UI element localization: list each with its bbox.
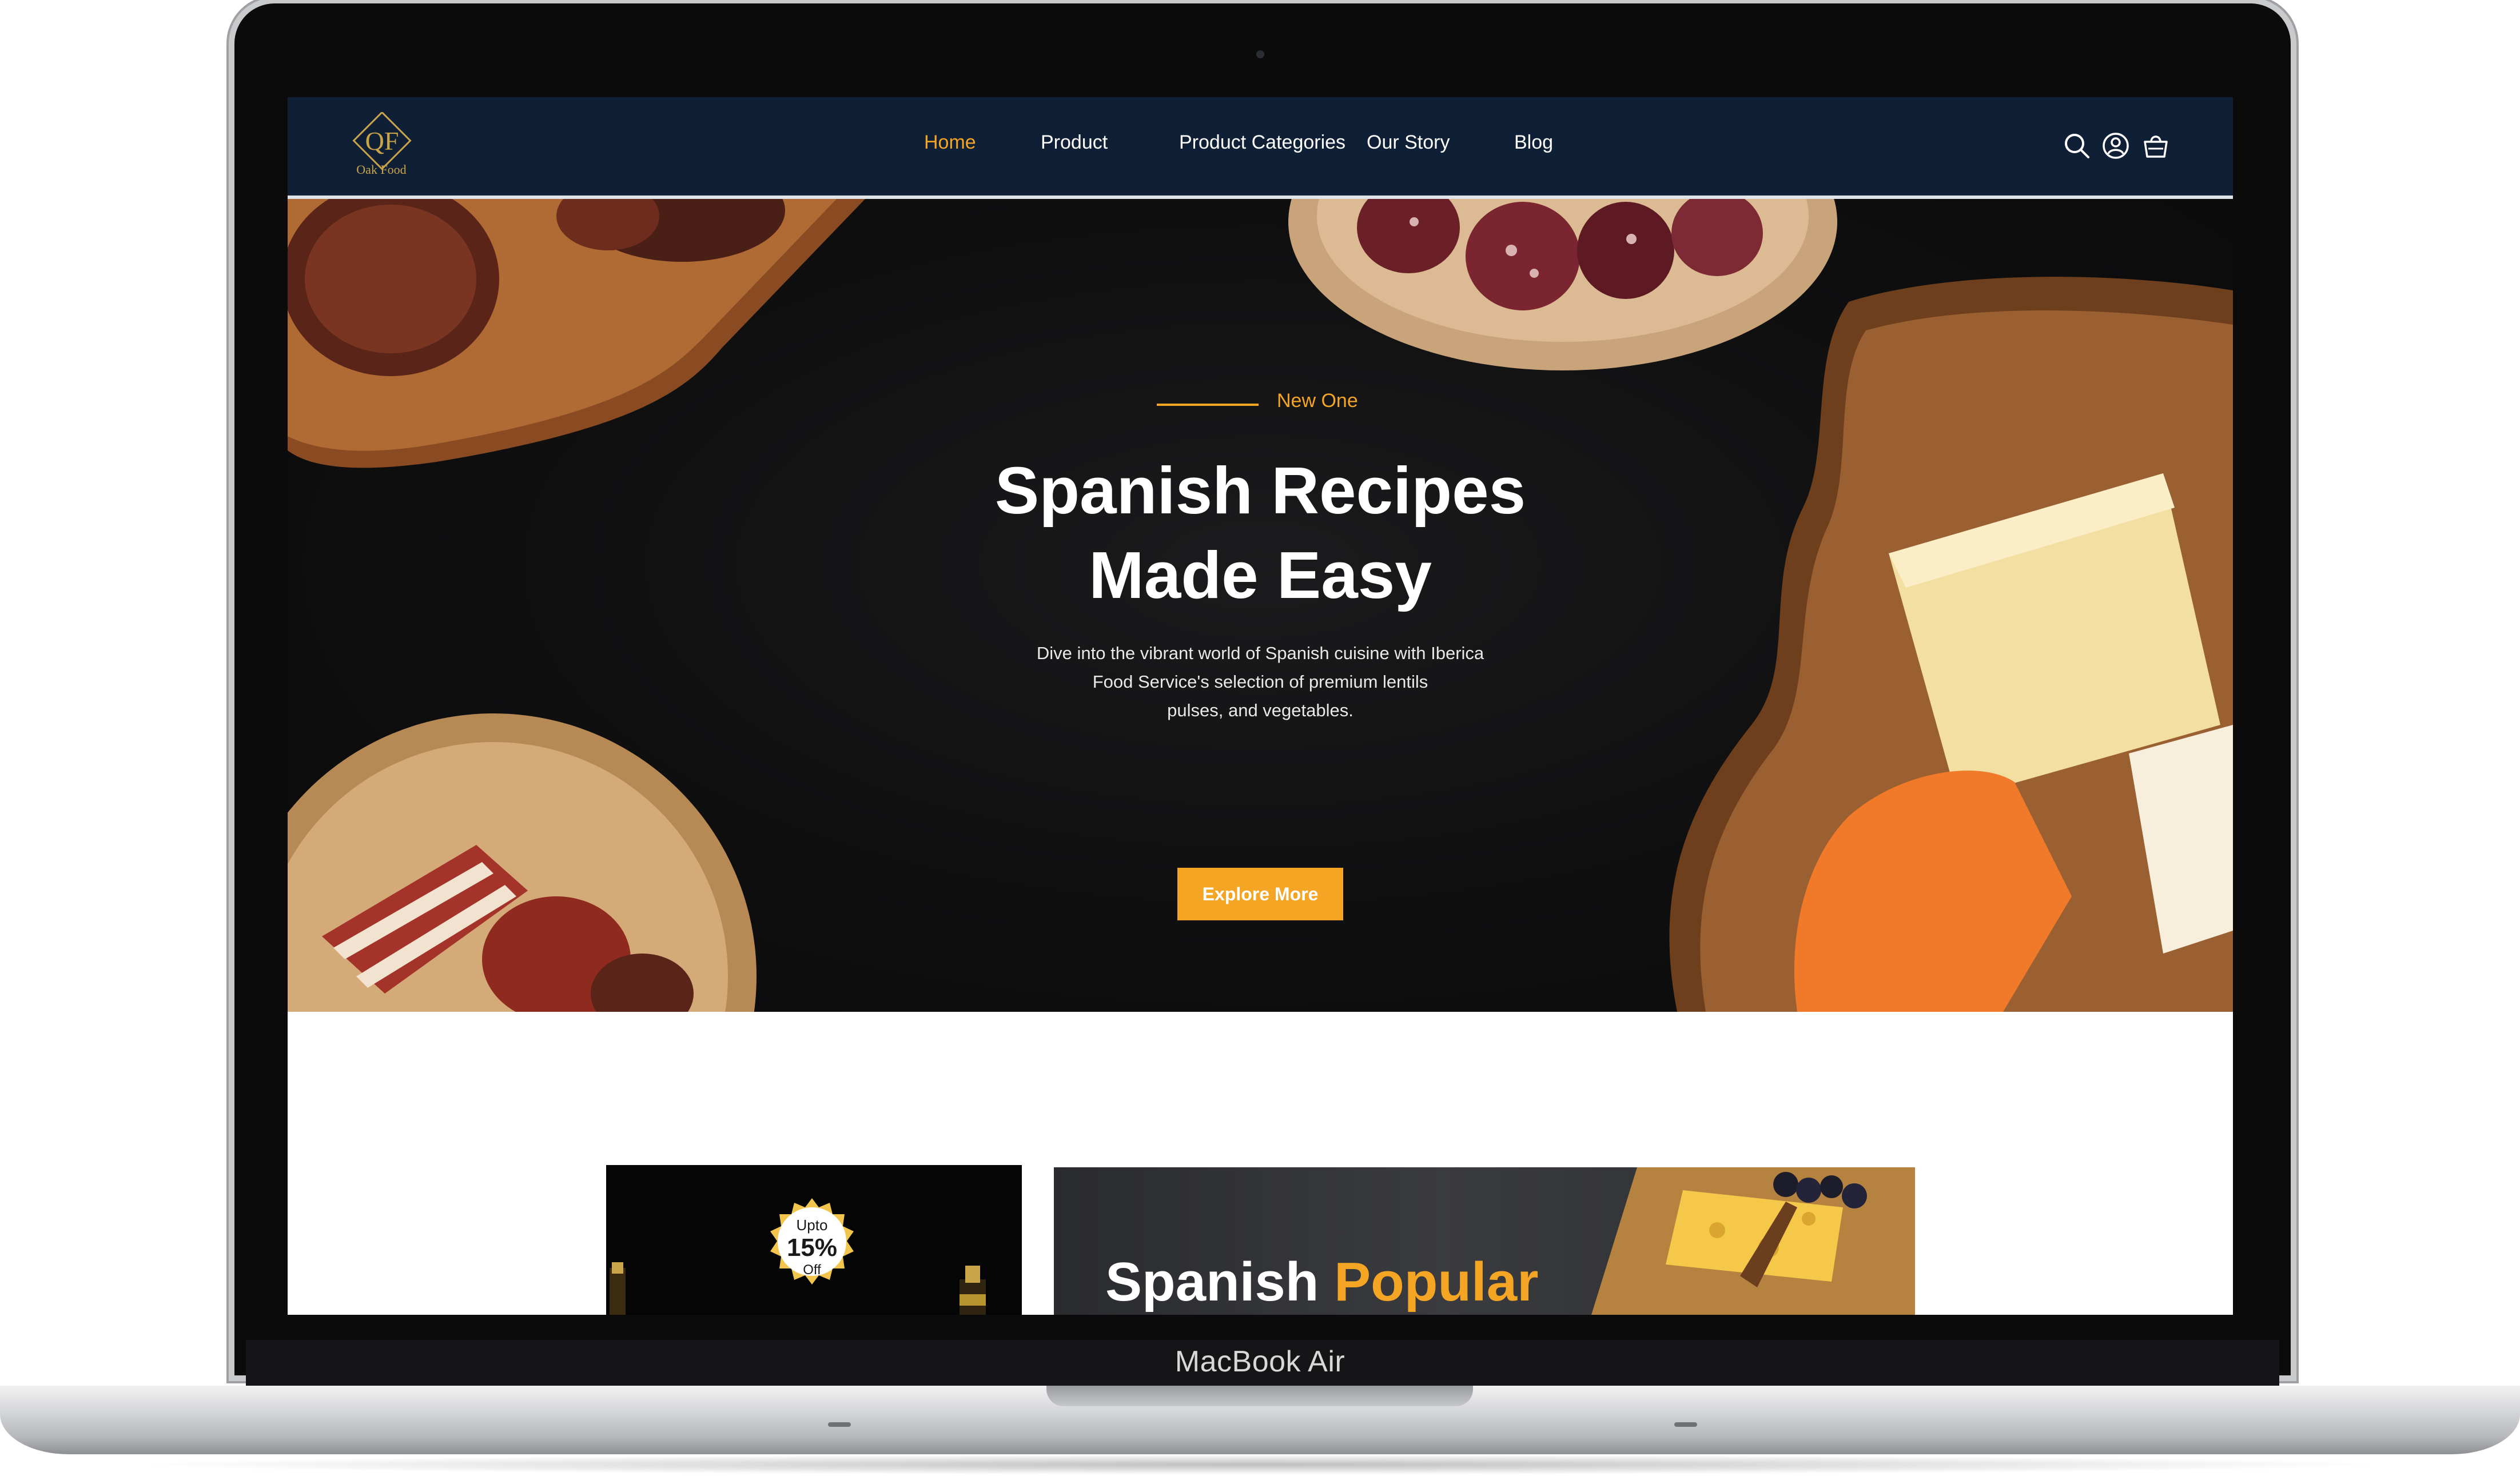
search-icon[interactable] bbox=[2063, 131, 2091, 160]
nav-our-story[interactable]: Our Story bbox=[1367, 131, 1450, 154]
laptop-notch bbox=[1046, 1386, 1473, 1406]
cart-icon[interactable] bbox=[2141, 131, 2170, 160]
promo-title-white: Spanish bbox=[1105, 1251, 1319, 1313]
promo-title: Spanish Popular bbox=[1105, 1251, 1538, 1314]
site-header: QF Oak Food Home Product Product Categor… bbox=[288, 97, 2233, 199]
badge-percent: 15% bbox=[786, 1234, 838, 1262]
hero-description-line3: pulses, and vegetables. bbox=[1167, 700, 1353, 720]
nav-home[interactable]: Home bbox=[924, 131, 976, 154]
cheese-board-image bbox=[1669, 277, 2233, 1012]
hero-eyebrow: New One bbox=[1277, 390, 1358, 412]
chorizo-board-image bbox=[288, 199, 865, 468]
device-label: MacBook Air bbox=[1175, 1345, 1345, 1378]
device-shadow bbox=[126, 1454, 2394, 1475]
eyebrow-divider bbox=[1157, 404, 1259, 406]
hero-description-line2: Food Service's selection of premium lent… bbox=[1092, 672, 1428, 692]
promo-title-accent: Popular bbox=[1334, 1251, 1539, 1313]
bottle-image bbox=[960, 1266, 986, 1315]
hero-title-line1: Spanish Recipes bbox=[994, 453, 1526, 528]
cheese-plate-image bbox=[1591, 1167, 1915, 1315]
promo-card-discount[interactable]: Upto 15% Off bbox=[606, 1165, 1022, 1315]
nav-product-categories[interactable]: Product Categories bbox=[1179, 131, 1345, 154]
hero-description: Dive into the vibrant world of Spanish c… bbox=[963, 639, 1558, 725]
hero-banner: New One Spanish Recipes Made Easy Dive i… bbox=[288, 199, 2233, 1012]
user-icon[interactable] bbox=[2101, 131, 2130, 160]
hero-title-line2: Made Easy bbox=[1089, 538, 1432, 612]
hero-title: Spanish Recipes Made Easy bbox=[803, 448, 1718, 617]
logo-monogram: QF bbox=[365, 126, 399, 155]
laptop-foot bbox=[828, 1422, 851, 1427]
badge-upto: Upto bbox=[796, 1216, 828, 1234]
logo-text: Oak Food bbox=[356, 162, 407, 177]
explore-more-button[interactable]: Explore More bbox=[1177, 868, 1343, 920]
camera-icon bbox=[1256, 50, 1264, 58]
website-screen: QF Oak Food Home Product Product Categor… bbox=[288, 97, 2233, 1315]
hero-description-line1: Dive into the vibrant world of Spanish c… bbox=[1036, 643, 1484, 663]
nav-product[interactable]: Product bbox=[1041, 131, 1108, 154]
nav-blog[interactable]: Blog bbox=[1514, 131, 1553, 154]
laptop-foot bbox=[1674, 1422, 1697, 1427]
promo-card-spanish-popular[interactable]: Spanish Popular bbox=[1054, 1167, 1915, 1315]
badge-off: Off bbox=[803, 1262, 821, 1278]
bacon-plate-image bbox=[288, 713, 757, 1012]
bottle-image bbox=[610, 1262, 626, 1315]
